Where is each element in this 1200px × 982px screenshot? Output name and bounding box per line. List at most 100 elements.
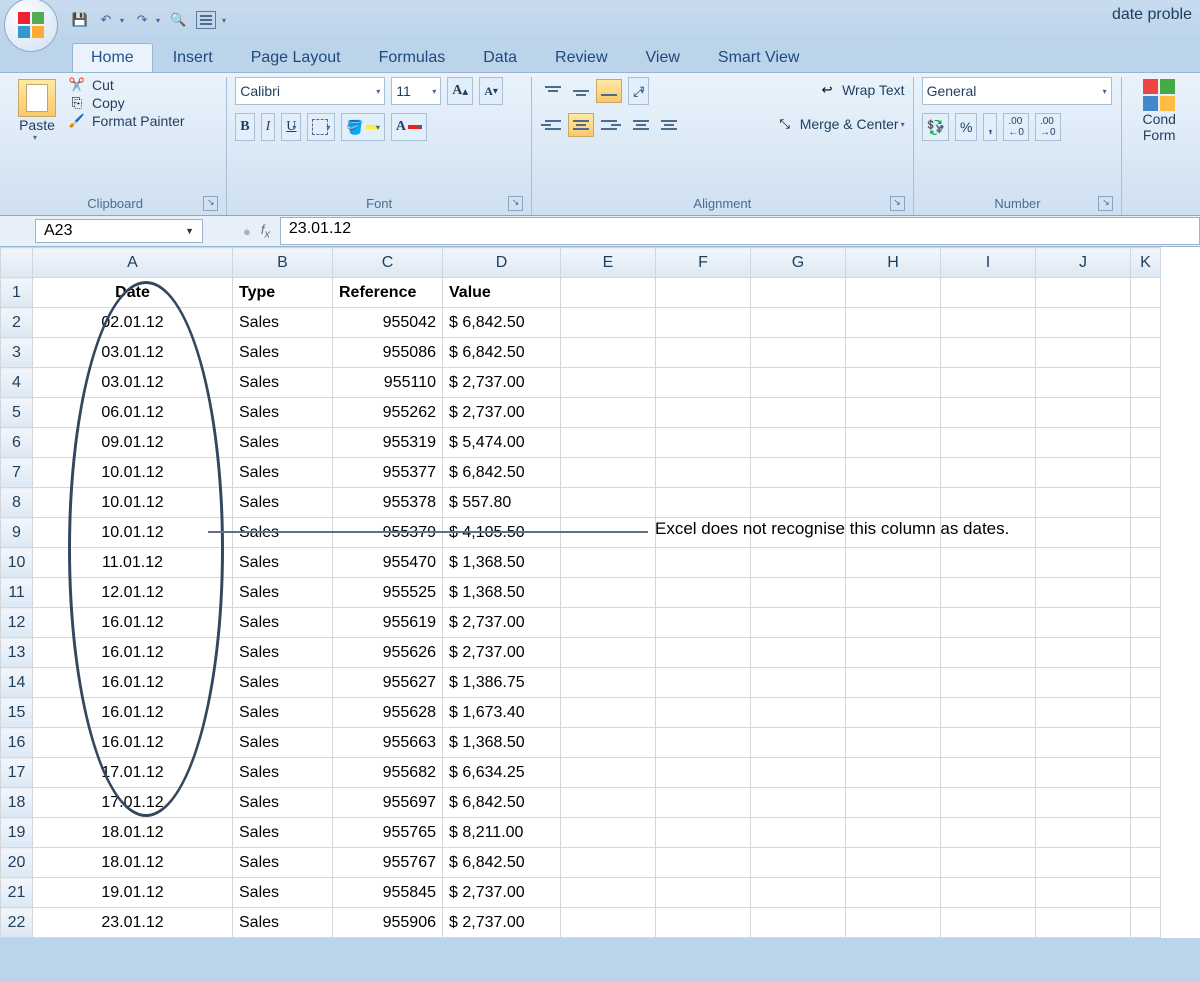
cell-I4[interactable] — [941, 368, 1036, 398]
cell-A3[interactable]: 03.01.12 — [33, 338, 233, 368]
decrease-font-button[interactable]: A▾ — [479, 77, 503, 105]
tab-page-layout[interactable]: Page Layout — [233, 44, 359, 72]
cell-G20[interactable] — [751, 848, 846, 878]
cell-C19[interactable]: 955765 — [333, 818, 443, 848]
cell-K12[interactable] — [1131, 608, 1161, 638]
cell-E10[interactable] — [561, 548, 656, 578]
cell-K11[interactable] — [1131, 578, 1161, 608]
cell-H18[interactable] — [846, 788, 941, 818]
cell-B13[interactable]: Sales — [233, 638, 333, 668]
percent-button[interactable]: % — [955, 113, 977, 141]
cell-C8[interactable]: 955378 — [333, 488, 443, 518]
cell-D17[interactable]: $ 6,634.25 — [443, 758, 561, 788]
cell-E17[interactable] — [561, 758, 656, 788]
cell-E9[interactable] — [561, 518, 656, 548]
cell-H15[interactable] — [846, 698, 941, 728]
fx-icon[interactable]: fx — [261, 222, 270, 241]
col-header-E[interactable]: E — [561, 248, 656, 278]
cell-J21[interactable] — [1036, 878, 1131, 908]
row-header[interactable]: 12 — [1, 608, 33, 638]
cell-D6[interactable]: $ 5,474.00 — [443, 428, 561, 458]
cell-H13[interactable] — [846, 638, 941, 668]
cell-B22[interactable]: Sales — [233, 908, 333, 938]
cell-K7[interactable] — [1131, 458, 1161, 488]
cell-D7[interactable]: $ 6,842.50 — [443, 458, 561, 488]
col-header-C[interactable]: C — [333, 248, 443, 278]
cell-H12[interactable] — [846, 608, 941, 638]
cell-C16[interactable]: 955663 — [333, 728, 443, 758]
cell-A12[interactable]: 16.01.12 — [33, 608, 233, 638]
cell-D19[interactable]: $ 8,211.00 — [443, 818, 561, 848]
name-box-dropdown-icon[interactable]: ▼ — [185, 226, 194, 236]
cell-E6[interactable] — [561, 428, 656, 458]
fx-cancel-icon[interactable]: ● — [243, 224, 251, 239]
cell-J14[interactable] — [1036, 668, 1131, 698]
cell-G14[interactable] — [751, 668, 846, 698]
cell-G12[interactable] — [751, 608, 846, 638]
cell-K13[interactable] — [1131, 638, 1161, 668]
cell-G22[interactable] — [751, 908, 846, 938]
cell-E1[interactable] — [561, 278, 656, 308]
cell-K2[interactable] — [1131, 308, 1161, 338]
copy-button[interactable]: ⎘Copy — [68, 95, 185, 111]
font-size-select[interactable]: 11▾ — [391, 77, 441, 105]
cell-G13[interactable] — [751, 638, 846, 668]
cell-K14[interactable] — [1131, 668, 1161, 698]
cell-F13[interactable] — [656, 638, 751, 668]
cell-G2[interactable] — [751, 308, 846, 338]
increase-font-button[interactable]: A▴ — [447, 77, 473, 105]
cell-I3[interactable] — [941, 338, 1036, 368]
cell-D16[interactable]: $ 1,368.50 — [443, 728, 561, 758]
row-header[interactable]: 16 — [1, 728, 33, 758]
cell-G6[interactable] — [751, 428, 846, 458]
cell-F4[interactable] — [656, 368, 751, 398]
cell-J15[interactable] — [1036, 698, 1131, 728]
paste-dropdown-icon[interactable]: ▾ — [33, 133, 37, 142]
conditional-formatting-button[interactable]: Cond Form — [1130, 77, 1188, 145]
cell-I15[interactable] — [941, 698, 1036, 728]
cell-K20[interactable] — [1131, 848, 1161, 878]
cell-C14[interactable]: 955627 — [333, 668, 443, 698]
row-header[interactable]: 13 — [1, 638, 33, 668]
row-header[interactable]: 6 — [1, 428, 33, 458]
cell-K16[interactable] — [1131, 728, 1161, 758]
row-header[interactable]: 22 — [1, 908, 33, 938]
undo-dropdown-icon[interactable]: ▾ — [120, 16, 124, 25]
cell-A11[interactable]: 12.01.12 — [33, 578, 233, 608]
align-middle-button[interactable] — [568, 79, 594, 103]
cell-E13[interactable] — [561, 638, 656, 668]
cell-G18[interactable] — [751, 788, 846, 818]
cell-D8[interactable]: $ 557.80 — [443, 488, 561, 518]
cell-H21[interactable] — [846, 878, 941, 908]
cell-F1[interactable] — [656, 278, 751, 308]
cell-E20[interactable] — [561, 848, 656, 878]
cell-G10[interactable] — [751, 548, 846, 578]
cell-A9[interactable]: 10.01.12 — [33, 518, 233, 548]
cell-K5[interactable] — [1131, 398, 1161, 428]
cell-J13[interactable] — [1036, 638, 1131, 668]
cell-F18[interactable] — [656, 788, 751, 818]
cell-K10[interactable] — [1131, 548, 1161, 578]
cell-H2[interactable] — [846, 308, 941, 338]
quick-wrap-icon[interactable] — [196, 11, 216, 29]
cell-A8[interactable]: 10.01.12 — [33, 488, 233, 518]
cell-D4[interactable]: $ 2,737.00 — [443, 368, 561, 398]
cell-C17[interactable]: 955682 — [333, 758, 443, 788]
cell-F5[interactable] — [656, 398, 751, 428]
cell-H14[interactable] — [846, 668, 941, 698]
underline-button[interactable]: U▾ — [281, 113, 301, 141]
cell-B17[interactable]: Sales — [233, 758, 333, 788]
row-header[interactable]: 17 — [1, 758, 33, 788]
cell-I10[interactable] — [941, 548, 1036, 578]
row-header[interactable]: 5 — [1, 398, 33, 428]
cell-F16[interactable] — [656, 728, 751, 758]
italic-button[interactable]: I — [261, 113, 276, 141]
row-header[interactable]: 2 — [1, 308, 33, 338]
cell-C7[interactable]: 955377 — [333, 458, 443, 488]
cell-B20[interactable]: Sales — [233, 848, 333, 878]
cell-G11[interactable] — [751, 578, 846, 608]
merge-center-button[interactable]: ⤡Merge & Center▾ — [776, 116, 905, 132]
cell-G1[interactable] — [751, 278, 846, 308]
font-color-button[interactable]: A▾ — [391, 113, 427, 141]
cell-D2[interactable]: $ 6,842.50 — [443, 308, 561, 338]
